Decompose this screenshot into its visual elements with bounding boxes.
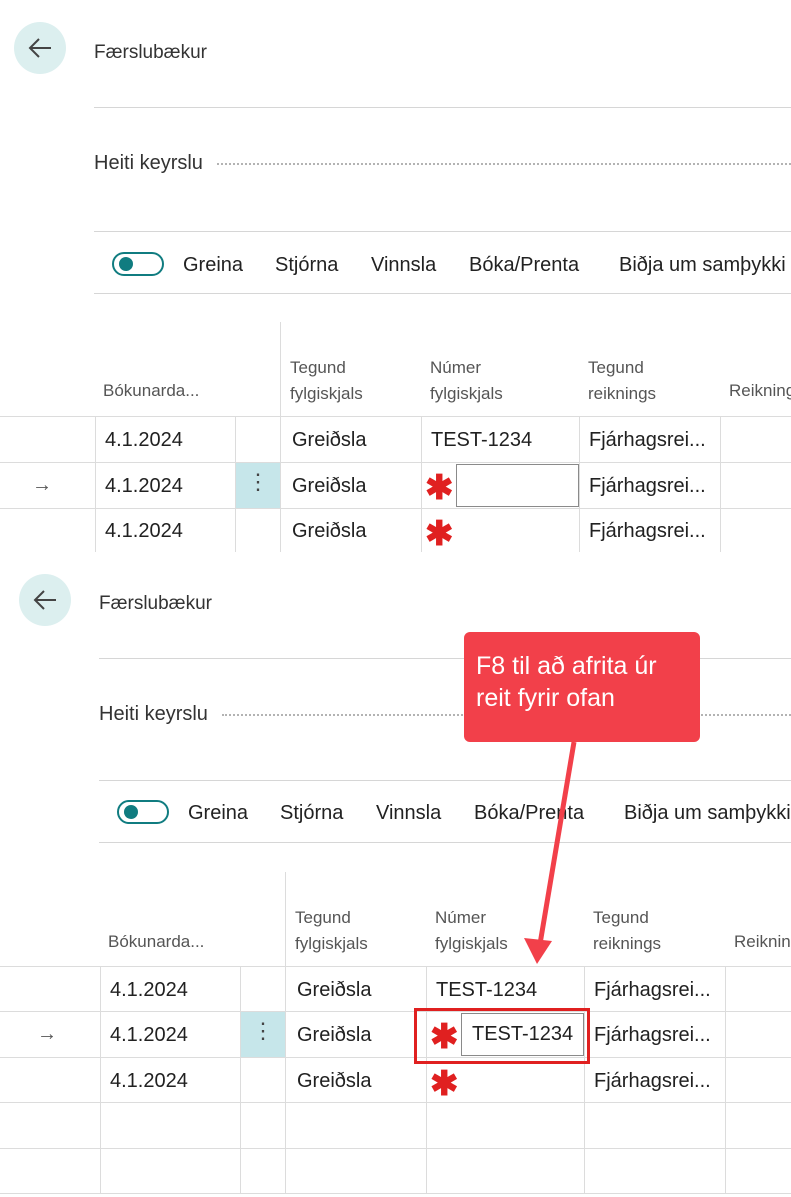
current-row-arrow-icon: → xyxy=(32,474,52,496)
required-icon: ✱ xyxy=(430,1065,459,1103)
col-account[interactable]: Reikning xyxy=(729,378,791,404)
row3-doc-type[interactable]: Greiðsla xyxy=(292,520,366,543)
row1-date[interactable]: 4.1.2024 xyxy=(105,429,183,452)
row3-date[interactable]: 4.1.2024 xyxy=(105,520,183,543)
action-bidja-um-samthykki[interactable]: Biðja um samþykki xyxy=(619,254,786,277)
row3-date[interactable]: 4.1.2024 xyxy=(110,1070,188,1093)
tip-callout-line2: reit fyrir ofan xyxy=(476,684,615,712)
more-vertical-icon: ⋮ xyxy=(252,1018,274,1043)
row-menu-button[interactable]: ⋮ xyxy=(241,1012,285,1057)
row1-date[interactable]: 4.1.2024 xyxy=(110,979,188,1002)
row2-acc-type[interactable]: Fjárhagsrei... xyxy=(594,1024,711,1047)
row-menu-button[interactable]: ⋮ xyxy=(236,463,280,508)
row2-doc-no-input[interactable] xyxy=(456,464,579,507)
col-posting-date[interactable]: Bókunarda... xyxy=(108,929,204,955)
required-icon: ✱ xyxy=(425,469,454,507)
arrow-left-icon xyxy=(28,38,51,58)
arrow-left-icon xyxy=(33,590,56,610)
row2-date[interactable]: 4.1.2024 xyxy=(110,1024,188,1047)
batch-name-label: Heiti keyrslu xyxy=(99,703,208,725)
col-doc-no[interactable]: Númer fylgiskjals xyxy=(430,355,503,407)
row2-doc-type[interactable]: Greiðsla xyxy=(297,1024,371,1047)
more-vertical-icon: ⋮ xyxy=(247,469,269,494)
back-button[interactable] xyxy=(14,22,66,74)
page-title: Færslubækur xyxy=(99,593,212,614)
action-greina[interactable]: Greina xyxy=(183,254,243,277)
page-title: Færslubækur xyxy=(94,42,207,63)
back-button[interactable] xyxy=(19,574,71,626)
action-greina[interactable]: Greina xyxy=(188,802,248,825)
row2-doc-type[interactable]: Greiðsla xyxy=(292,475,366,498)
row3-acc-type[interactable]: Fjárhagsrei... xyxy=(594,1070,711,1093)
action-boka-prenta[interactable]: Bóka/Prenta xyxy=(474,802,584,825)
row1-doc-no[interactable]: TEST-1234 xyxy=(431,429,532,452)
row2-acc-type[interactable]: Fjárhagsrei... xyxy=(589,475,706,498)
row1-acc-type[interactable]: Fjárhagsrei... xyxy=(594,979,711,1002)
action-boka-prenta[interactable]: Bóka/Prenta xyxy=(469,254,579,277)
action-vinnsla[interactable]: Vinnsla xyxy=(376,802,441,825)
col-doc-type[interactable]: Tegund fylgiskjals xyxy=(290,355,363,407)
current-row-arrow-icon: → xyxy=(37,1023,57,1045)
col-acc-type[interactable]: Tegund reiknings xyxy=(588,355,656,407)
row1-doc-type[interactable]: Greiðsla xyxy=(297,979,371,1002)
journal-panel-before: Færslubækur Heiti keyrslu Greina Stjórna… xyxy=(0,0,791,552)
row3-acc-type[interactable]: Fjárhagsrei... xyxy=(589,520,706,543)
action-stjorna[interactable]: Stjórna xyxy=(275,254,338,277)
col-posting-date[interactable]: Bókunarda... xyxy=(103,378,199,404)
batch-name-label: Heiti keyrslu xyxy=(94,152,203,174)
row1-doc-no[interactable]: TEST-1234 xyxy=(436,979,537,1002)
required-icon: ✱ xyxy=(425,515,454,552)
analyze-toggle[interactable] xyxy=(117,800,169,824)
batch-name-field[interactable] xyxy=(217,163,791,165)
col-account[interactable]: Reiknin xyxy=(734,929,791,955)
row2-date[interactable]: 4.1.2024 xyxy=(105,475,183,498)
col-doc-type[interactable]: Tegund fylgiskjals xyxy=(295,905,368,957)
highlight-box xyxy=(414,1008,590,1064)
analyze-toggle[interactable] xyxy=(112,252,164,276)
col-doc-no[interactable]: Númer fylgiskjals xyxy=(435,905,508,957)
action-bidja-um-samthykki[interactable]: Biðja um samþykki xyxy=(624,802,791,825)
action-stjorna[interactable]: Stjórna xyxy=(280,802,343,825)
col-acc-type[interactable]: Tegund reiknings xyxy=(593,905,661,957)
row3-doc-type[interactable]: Greiðsla xyxy=(297,1070,371,1093)
row1-doc-type[interactable]: Greiðsla xyxy=(292,429,366,452)
tip-callout: F8 til að afrita úr reit fyrir ofan xyxy=(464,632,700,742)
row1-acc-type[interactable]: Fjárhagsrei... xyxy=(589,429,706,452)
tip-callout-line1: F8 til að afrita úr xyxy=(476,652,657,680)
action-vinnsla[interactable]: Vinnsla xyxy=(371,254,436,277)
